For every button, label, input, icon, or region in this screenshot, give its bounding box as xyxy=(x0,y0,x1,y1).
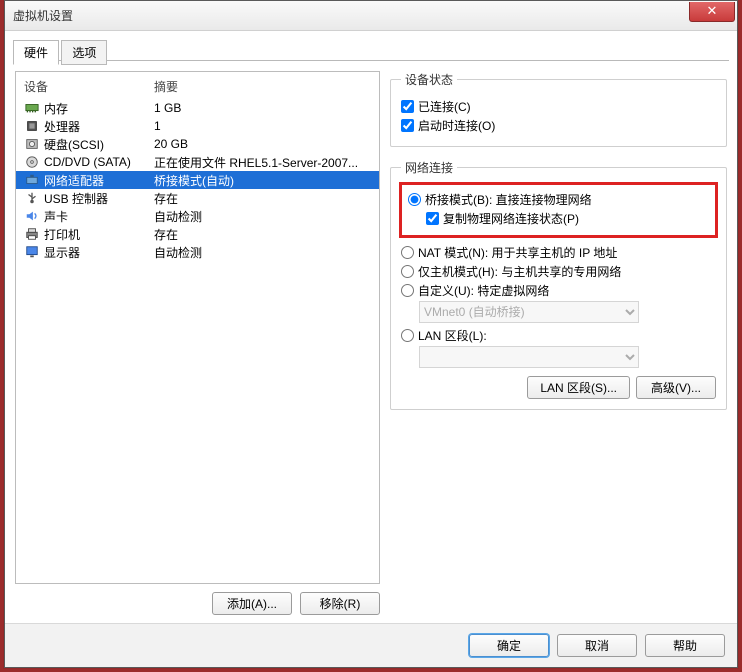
cpu-icon xyxy=(24,118,40,134)
bridged-input[interactable] xyxy=(408,193,421,206)
window-title: 虚拟机设置 xyxy=(13,7,73,24)
close-button[interactable]: ✕ xyxy=(689,2,735,22)
connected-input[interactable] xyxy=(401,100,414,113)
device-list-buttons: 添加(A)... 移除(R) xyxy=(15,584,380,623)
nat-radio[interactable]: NAT 模式(N): 用于共享主机的 IP 地址 xyxy=(401,244,716,261)
custom-vmnet-combo[interactable]: VMnet0 (自动桥接) xyxy=(419,301,639,323)
custom-combo-wrap: VMnet0 (自动桥接) xyxy=(419,301,716,323)
device-summary: 1 xyxy=(154,119,371,133)
lan-segment-label: LAN 区段(L): xyxy=(418,327,487,344)
device-row[interactable]: 显示器自动检测 xyxy=(16,243,379,261)
device-summary: 1 GB xyxy=(154,101,371,115)
device-row[interactable]: 打印机存在 xyxy=(16,225,379,243)
disk-icon xyxy=(24,136,40,152)
device-status-legend: 设备状态 xyxy=(401,71,457,88)
col-device: 设备 xyxy=(24,78,154,95)
hostonly-label: 仅主机模式(H): 与主机共享的专用网络 xyxy=(418,263,621,280)
cd-icon xyxy=(24,154,40,170)
network-actions: LAN 区段(S)... 高级(V)... xyxy=(401,376,716,399)
memory-icon xyxy=(24,100,40,116)
lan-segment-input[interactable] xyxy=(401,329,414,342)
col-summary: 摘要 xyxy=(154,78,371,95)
lan-segment-radio[interactable]: LAN 区段(L): xyxy=(401,327,716,344)
hostonly-radio[interactable]: 仅主机模式(H): 与主机共享的专用网络 xyxy=(401,263,716,280)
network-connection-legend: 网络连接 xyxy=(401,159,457,176)
usb-icon xyxy=(24,190,40,206)
device-name: 内存 xyxy=(44,100,154,117)
connected-checkbox[interactable]: 已连接(C) xyxy=(401,98,716,115)
tab-options[interactable]: 选项 xyxy=(61,40,107,65)
nat-label: NAT 模式(N): 用于共享主机的 IP 地址 xyxy=(418,244,617,261)
replicate-input[interactable] xyxy=(426,212,439,225)
lan-segment-combo-wrap xyxy=(419,346,716,368)
display-icon xyxy=(24,244,40,260)
device-row[interactable]: USB 控制器存在 xyxy=(16,189,379,207)
device-name: 显示器 xyxy=(44,244,154,261)
content-area: 设备 摘要 内存1 GB处理器1硬盘(SCSI)20 GBCD/DVD (SAT… xyxy=(5,61,737,623)
device-summary: 桥接模式(自动) xyxy=(154,172,371,189)
device-name: 声卡 xyxy=(44,208,154,225)
titlebar: 虚拟机设置 ✕ xyxy=(5,1,737,31)
advanced-button[interactable]: 高级(V)... xyxy=(636,376,716,399)
device-row[interactable]: 硬盘(SCSI)20 GB xyxy=(16,135,379,153)
vm-settings-window: 虚拟机设置 ✕ 硬件 选项 设备 摘要 内存1 GB处理器1硬盘(SCSI)20… xyxy=(4,0,738,668)
device-name: 硬盘(SCSI) xyxy=(44,136,154,153)
hostonly-input[interactable] xyxy=(401,265,414,278)
device-summary: 正在使用文件 RHEL5.1-Server-2007... xyxy=(154,154,371,171)
network-connection-group: 网络连接 桥接模式(B): 直接连接物理网络 复制物理网络连接状态(P) NAT… xyxy=(390,159,727,410)
device-row[interactable]: 内存1 GB xyxy=(16,99,379,117)
custom-radio[interactable]: 自定义(U): 特定虚拟网络 xyxy=(401,282,716,299)
device-row[interactable]: CD/DVD (SATA)正在使用文件 RHEL5.1-Server-2007.… xyxy=(16,153,379,171)
device-summary: 存在 xyxy=(154,226,371,243)
left-pane: 设备 摘要 内存1 GB处理器1硬盘(SCSI)20 GBCD/DVD (SAT… xyxy=(15,71,380,623)
printer-icon xyxy=(24,226,40,242)
help-button[interactable]: 帮助 xyxy=(645,634,725,657)
tab-hardware[interactable]: 硬件 xyxy=(13,40,59,65)
right-pane: 设备状态 已连接(C) 启动时连接(O) 网络连接 桥接模式(B): 直接连接物… xyxy=(390,71,727,623)
connected-label: 已连接(C) xyxy=(418,98,471,115)
ok-button[interactable]: 确定 xyxy=(469,634,549,657)
bridged-radio[interactable]: 桥接模式(B): 直接连接物理网络 xyxy=(408,191,709,208)
device-name: 处理器 xyxy=(44,118,154,135)
device-status-group: 设备状态 已连接(C) 启动时连接(O) xyxy=(390,71,727,147)
device-name: USB 控制器 xyxy=(44,190,154,207)
device-row[interactable]: 处理器1 xyxy=(16,117,379,135)
sound-icon xyxy=(24,208,40,224)
connect-at-poweron-checkbox[interactable]: 启动时连接(O) xyxy=(401,117,716,134)
device-summary: 20 GB xyxy=(154,137,371,151)
custom-input[interactable] xyxy=(401,284,414,297)
device-summary: 自动检测 xyxy=(154,208,371,225)
device-list: 设备 摘要 内存1 GB处理器1硬盘(SCSI)20 GBCD/DVD (SAT… xyxy=(15,71,380,584)
highlight-annotation: 桥接模式(B): 直接连接物理网络 复制物理网络连接状态(P) xyxy=(399,182,718,238)
add-device-button[interactable]: 添加(A)... xyxy=(212,592,292,615)
nat-input[interactable] xyxy=(401,246,414,259)
device-summary: 存在 xyxy=(154,190,371,207)
remove-device-button[interactable]: 移除(R) xyxy=(300,592,380,615)
device-row[interactable]: 声卡自动检测 xyxy=(16,207,379,225)
lan-segment-combo[interactable] xyxy=(419,346,639,368)
replicate-checkbox[interactable]: 复制物理网络连接状态(P) xyxy=(426,210,709,227)
device-summary: 自动检测 xyxy=(154,244,371,261)
device-list-header: 设备 摘要 xyxy=(16,72,379,99)
connect-at-poweron-label: 启动时连接(O) xyxy=(418,117,495,134)
replicate-label: 复制物理网络连接状态(P) xyxy=(443,210,579,227)
device-row[interactable]: 网络适配器桥接模式(自动) xyxy=(16,171,379,189)
bridged-label: 桥接模式(B): 直接连接物理网络 xyxy=(425,191,592,208)
tab-strip: 硬件 选项 xyxy=(13,39,729,61)
connect-at-poweron-input[interactable] xyxy=(401,119,414,132)
custom-label: 自定义(U): 特定虚拟网络 xyxy=(418,282,549,299)
lan-segments-button[interactable]: LAN 区段(S)... xyxy=(527,376,630,399)
cancel-button[interactable]: 取消 xyxy=(557,634,637,657)
dialog-footer: 确定 取消 帮助 xyxy=(5,623,737,667)
device-name: 打印机 xyxy=(44,226,154,243)
device-name: CD/DVD (SATA) xyxy=(44,155,154,169)
network-icon xyxy=(24,172,40,188)
device-name: 网络适配器 xyxy=(44,172,154,189)
